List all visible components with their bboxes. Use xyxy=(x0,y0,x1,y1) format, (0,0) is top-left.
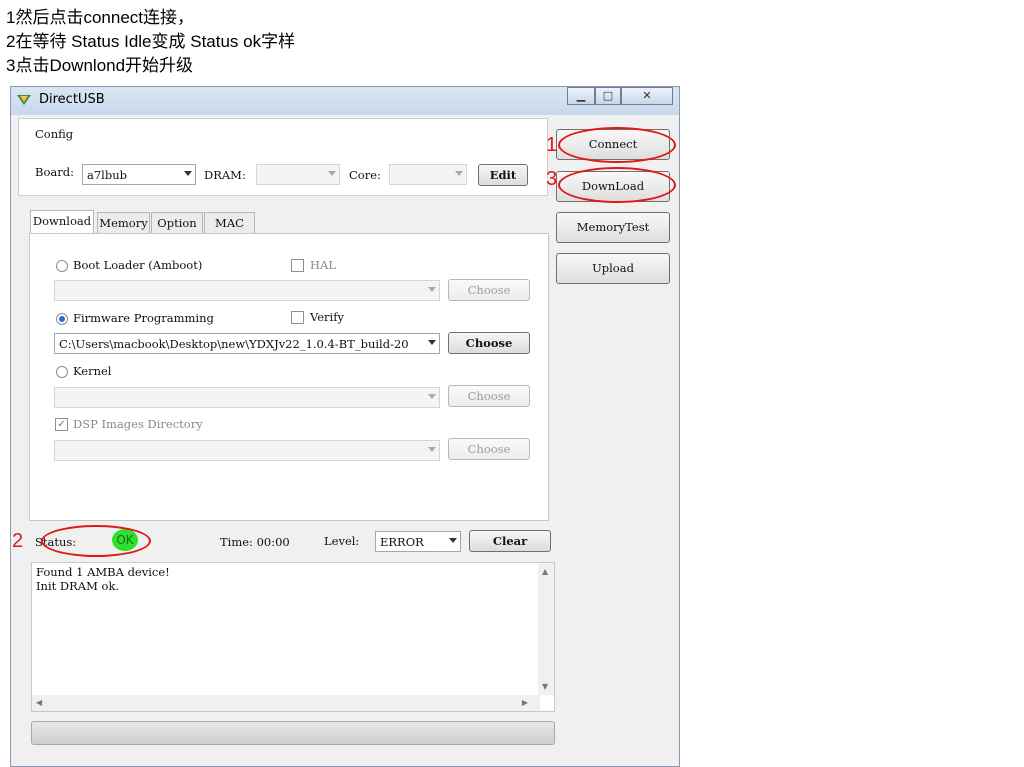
boot-loader-radio[interactable] xyxy=(56,260,68,272)
upload-button[interactable]: Upload xyxy=(556,253,670,284)
directusb-window: DirectUSB ▁ □ ✕ Config Board: a7lbub DRA… xyxy=(10,86,680,767)
firmware-path-value: C:\Users\macbook\Desktop\new\YDXJv22_1.0… xyxy=(59,337,409,351)
minimize-button[interactable]: ▁ xyxy=(567,87,595,105)
chevron-down-icon xyxy=(428,340,436,345)
level-select[interactable]: ERROR xyxy=(375,531,461,552)
vertical-scrollbar[interactable]: ▲ ▼ xyxy=(538,563,554,695)
tab-memory[interactable]: Memory xyxy=(97,212,150,234)
chevron-down-icon xyxy=(455,171,463,176)
chevron-down-icon xyxy=(428,394,436,399)
chevron-down-icon xyxy=(428,447,436,452)
level-label: Level: xyxy=(324,534,360,548)
dsp-choose-button[interactable]: Choose xyxy=(448,438,530,460)
annotation-number-1: 1 xyxy=(546,134,558,156)
dsp-label: DSP Images Directory xyxy=(73,417,203,431)
annotation-ring-status xyxy=(41,525,151,557)
scroll-down-icon[interactable]: ▼ xyxy=(542,682,548,691)
firmware-path-select[interactable]: C:\Users\macbook\Desktop\new\YDXJv22_1.0… xyxy=(54,333,440,354)
level-value: ERROR xyxy=(380,535,424,549)
board-label: Board: xyxy=(35,165,74,179)
close-button[interactable]: ✕ xyxy=(621,87,673,105)
core-label: Core: xyxy=(349,168,381,182)
chevron-down-icon xyxy=(184,171,192,176)
tab-download[interactable]: Download xyxy=(30,210,94,234)
config-label: Config xyxy=(35,127,74,141)
app-icon xyxy=(17,95,31,105)
firmware-label: Firmware Programming xyxy=(73,311,214,325)
dram-label: DRAM: xyxy=(204,168,246,182)
clear-button[interactable]: Clear xyxy=(469,530,551,552)
kernel-choose-button[interactable]: Choose xyxy=(448,385,530,407)
dsp-path-select[interactable] xyxy=(54,440,440,461)
core-select[interactable] xyxy=(389,164,467,185)
verify-label: Verify xyxy=(310,310,344,324)
maximize-button[interactable]: □ xyxy=(595,87,621,105)
annotation-number-3: 3 xyxy=(546,168,558,190)
log-content: Found 1 AMBA device! Init DRAM ok. xyxy=(36,565,170,593)
memorytest-button[interactable]: MemoryTest xyxy=(556,212,670,243)
verify-checkbox[interactable] xyxy=(291,311,304,324)
log-line: Init DRAM ok. xyxy=(36,579,120,593)
horizontal-scrollbar[interactable]: ◀ ▶ xyxy=(32,695,540,711)
hal-label: HAL xyxy=(310,258,336,272)
boot-loader-label: Boot Loader (Amboot) xyxy=(73,258,203,272)
scroll-up-icon[interactable]: ▲ xyxy=(542,567,548,576)
annotation-ring-connect xyxy=(558,127,676,163)
boot-loader-choose-button[interactable]: Choose xyxy=(448,279,530,301)
annotation-number-2: 2 xyxy=(12,530,24,552)
tab-option[interactable]: Option xyxy=(151,212,203,234)
chevron-down-icon xyxy=(449,538,457,543)
minimize-icon: ▁ xyxy=(576,89,586,102)
progress-bar xyxy=(31,721,555,745)
maximize-icon: □ xyxy=(602,89,614,102)
window-title: DirectUSB xyxy=(39,92,105,107)
instruction-line-1: 1然后点击connect连接， xyxy=(6,8,194,27)
annotation-ring-download xyxy=(558,167,676,203)
board-select[interactable]: a7lbub xyxy=(82,164,196,185)
instruction-line-2: 2在等待 Status Idle变成 Status ok字样 xyxy=(6,32,296,51)
dram-select[interactable] xyxy=(256,164,340,185)
log-area[interactable]: Found 1 AMBA device! Init DRAM ok. ▲ ▼ ◀… xyxy=(31,562,555,712)
title-bar: DirectUSB ▁ □ ✕ xyxy=(11,87,679,115)
boot-loader-path-select[interactable] xyxy=(54,280,440,301)
tab-mac[interactable]: MAC xyxy=(204,212,255,234)
kernel-path-select[interactable] xyxy=(54,387,440,408)
dsp-checkbox[interactable]: ✓ xyxy=(55,418,68,431)
log-line: Found 1 AMBA device! xyxy=(36,565,170,579)
board-value: a7lbub xyxy=(87,168,127,182)
scroll-left-icon[interactable]: ◀ xyxy=(36,698,42,707)
hal-checkbox[interactable] xyxy=(291,259,304,272)
kernel-radio[interactable] xyxy=(56,366,68,378)
scroll-right-icon[interactable]: ▶ xyxy=(522,698,528,707)
kernel-label: Kernel xyxy=(73,364,112,378)
edit-button[interactable]: Edit xyxy=(478,164,528,186)
instructions: 1然后点击connect连接， 2在等待 Status Idle变成 Statu… xyxy=(6,6,295,78)
time-label: Time: 00:00 xyxy=(220,535,290,549)
close-icon: ✕ xyxy=(642,89,652,102)
firmware-radio[interactable] xyxy=(56,313,68,325)
chevron-down-icon xyxy=(428,287,436,292)
chevron-down-icon xyxy=(328,171,336,176)
firmware-choose-button[interactable]: Choose xyxy=(448,332,530,354)
instruction-line-3: 3点击Downlond开始升级 xyxy=(6,56,194,75)
